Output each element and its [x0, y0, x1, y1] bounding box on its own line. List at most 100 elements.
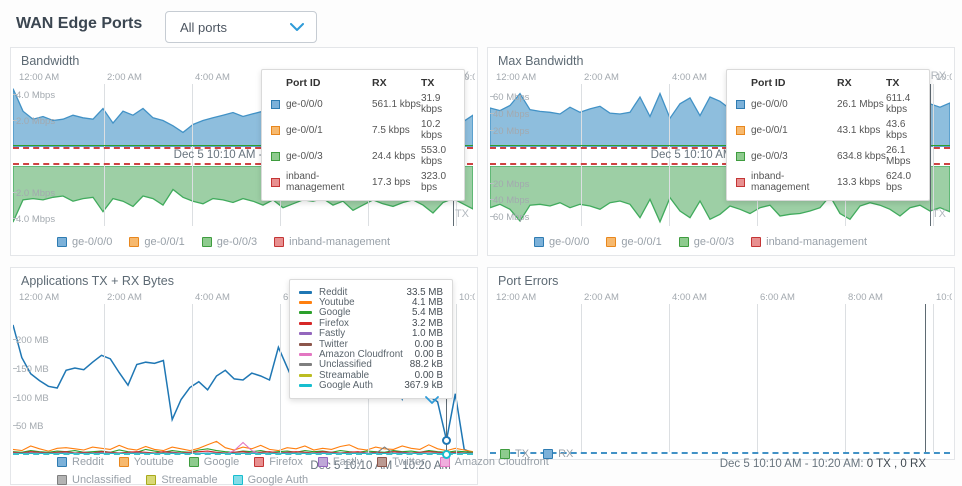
x-gridline — [581, 304, 582, 452]
x-axis-label: 4:00 AM — [195, 292, 230, 303]
legend-item-ge-0-0-0[interactable]: ge-0/0/0 — [57, 236, 112, 248]
legend-item-inband-management[interactable]: inband-management — [274, 236, 390, 248]
x-gridline — [845, 304, 846, 452]
port-tx: 624.0 bps — [886, 171, 912, 193]
series-dash-swatch — [299, 332, 312, 336]
legend-item-ge-0-0-3[interactable]: ge-0/0/3 — [201, 236, 258, 248]
tooltip-header-port: Port ID — [751, 77, 786, 89]
legend-item-ge-0-0-0[interactable]: ge-0/0/0 — [534, 236, 589, 248]
y-axis-label: 50 MB — [16, 421, 44, 433]
app-value: 5.4 MB — [411, 307, 443, 319]
legend-label: inband-management — [289, 236, 391, 248]
bandwidth-tooltip: Port ID RX TX ge-0/0/0 561.1 kbps 31.9 k… — [261, 69, 465, 201]
applications-panel: Applications TX + RX Bytes Dec 5 10:10 A… — [10, 267, 549, 486]
chevron-down-icon — [290, 23, 304, 31]
legend-label: Google Auth — [247, 474, 309, 486]
tooltip-header-tx: TX — [421, 77, 435, 89]
legend-swatch — [606, 237, 617, 247]
panel-title: Max Bandwidth — [498, 54, 584, 68]
legend-swatch — [377, 457, 388, 467]
port-tx: 611.4 kbps — [886, 93, 911, 115]
legend-swatch — [274, 237, 285, 247]
legend-item-twitter[interactable]: Twitter — [377, 456, 425, 468]
port-tx: 323.0 bps — [421, 171, 447, 193]
app-value: 4.1 MB — [411, 297, 443, 309]
time-range-text: Dec 5 10:10 AM - 10:20 AM: — [719, 458, 867, 470]
series-dash-swatch — [299, 321, 312, 325]
y-axis-label: 200 MB — [16, 335, 49, 347]
series-dash-swatch — [299, 384, 312, 388]
legend-item-firefox[interactable]: Firefox — [254, 456, 303, 468]
x-axis-label: 12:00 AM — [19, 292, 60, 303]
app-name: Streamable — [319, 369, 370, 381]
y-axis-label: 4.0 Mbps — [16, 214, 56, 226]
legend-item-streamable[interactable]: Streamable — [146, 474, 218, 486]
selection-dashed-line — [13, 453, 473, 455]
x-axis-label: 12:00 AM — [496, 72, 537, 83]
legend-item-youtube[interactable]: Youtube — [118, 456, 174, 468]
legend-item-ge-0-0-1[interactable]: ge-0/0/1 — [606, 236, 662, 248]
x-axis-label: 10:00 AM — [936, 292, 952, 303]
port-rx: 24.4 kbps — [372, 150, 416, 162]
legend-item-reddit[interactable]: Reddit — [57, 456, 104, 468]
y-axis-label: 60 Mbps — [493, 212, 530, 223]
chevron-down-icon[interactable] — [425, 396, 439, 404]
x-gridline — [757, 304, 758, 452]
legend-swatch — [678, 237, 689, 247]
legend-swatch — [317, 457, 328, 467]
app-name: Reddit — [319, 286, 348, 298]
app-name: Unclassified — [319, 359, 372, 371]
port-rx: 43.1 kbps — [837, 124, 881, 136]
series-dash-swatch — [299, 353, 312, 357]
port-swatch — [271, 177, 280, 187]
series-dash-swatch — [299, 342, 312, 346]
port-swatch — [271, 151, 280, 161]
legend-label: TX — [515, 448, 530, 460]
legend-swatch — [57, 237, 67, 247]
port-errors-legend: TX RX — [500, 448, 573, 460]
legend-item-google-auth[interactable]: Google Auth — [232, 474, 309, 486]
series-dash-swatch — [299, 363, 312, 367]
y-axis-label: 2.0 Mbps — [16, 116, 56, 128]
legend-item-unclassified[interactable]: Unclassified — [57, 474, 131, 486]
port-id: ge-0/0/1 — [286, 124, 323, 136]
legend-label: Reddit — [72, 456, 104, 468]
app-name: Firefox — [319, 317, 349, 329]
legend-item-rx[interactable]: RX — [543, 448, 573, 460]
y-axis-label: 60 Mbps — [493, 92, 530, 104]
app-name: Twitter — [319, 338, 348, 350]
tx-corner-label: TX — [454, 208, 469, 220]
legend-swatch — [118, 457, 129, 467]
max-bandwidth-legend: ge-0/0/0 ge-0/0/1 ge-0/0/3 inband-manage… — [534, 236, 867, 248]
legend-item-google[interactable]: Google — [188, 456, 240, 468]
ports-dropdown[interactable]: All ports — [165, 11, 317, 43]
x-axis-label: 12:00 AM — [19, 72, 60, 83]
panel-title: Bandwidth — [21, 54, 80, 68]
applications-tooltip: Reddit 33.5 MB Youtube 4.1 MB Google 5.4 MB… — [289, 279, 453, 399]
port-id: inband-management — [751, 171, 810, 193]
legend-label: Google — [203, 456, 240, 468]
app-value: 0.00 B — [414, 349, 443, 361]
port-rx: 26.1 Mbps — [837, 98, 884, 110]
legend-label: Fastly — [332, 456, 363, 468]
legend-label: ge-0/0/3 — [216, 236, 258, 248]
legend-item-tx[interactable]: TX — [500, 448, 529, 460]
app-value: 0.00 B — [414, 369, 443, 381]
legend-item-ge-0-0-3[interactable]: ge-0/0/3 — [678, 236, 734, 248]
legend-swatch — [57, 457, 67, 467]
page-title: WAN Edge Ports — [16, 15, 143, 32]
y-axis-label: 20 Mbps — [493, 126, 530, 138]
time-range-label: Dec 5 10:10 AM - 10:20 AM: 0 TX , 0 RX — [720, 458, 926, 470]
legend-item-inband-management[interactable]: inband-management — [751, 236, 867, 248]
app-value: 367.9 kB — [404, 380, 443, 392]
legend-label: ge-0/0/0 — [72, 236, 113, 248]
port-rx: 561.1 kbps — [372, 98, 421, 110]
legend-label: ge-0/0/1 — [144, 236, 185, 248]
app-name: Google Auth — [319, 380, 373, 392]
legend-item-fastly[interactable]: Fastly — [317, 456, 363, 468]
x-axis-label: 10:00 AM — [936, 72, 952, 83]
y-axis-label: 20 Mbps — [493, 178, 530, 190]
legend-item-ge-0-0-1[interactable]: ge-0/0/1 — [129, 236, 185, 248]
port-errors-chart[interactable]: Dec 5 10:10 AM - 10:20 AM: 0 TX , 0 RX 1… — [490, 290, 952, 472]
hover-cursor-line — [930, 84, 931, 226]
